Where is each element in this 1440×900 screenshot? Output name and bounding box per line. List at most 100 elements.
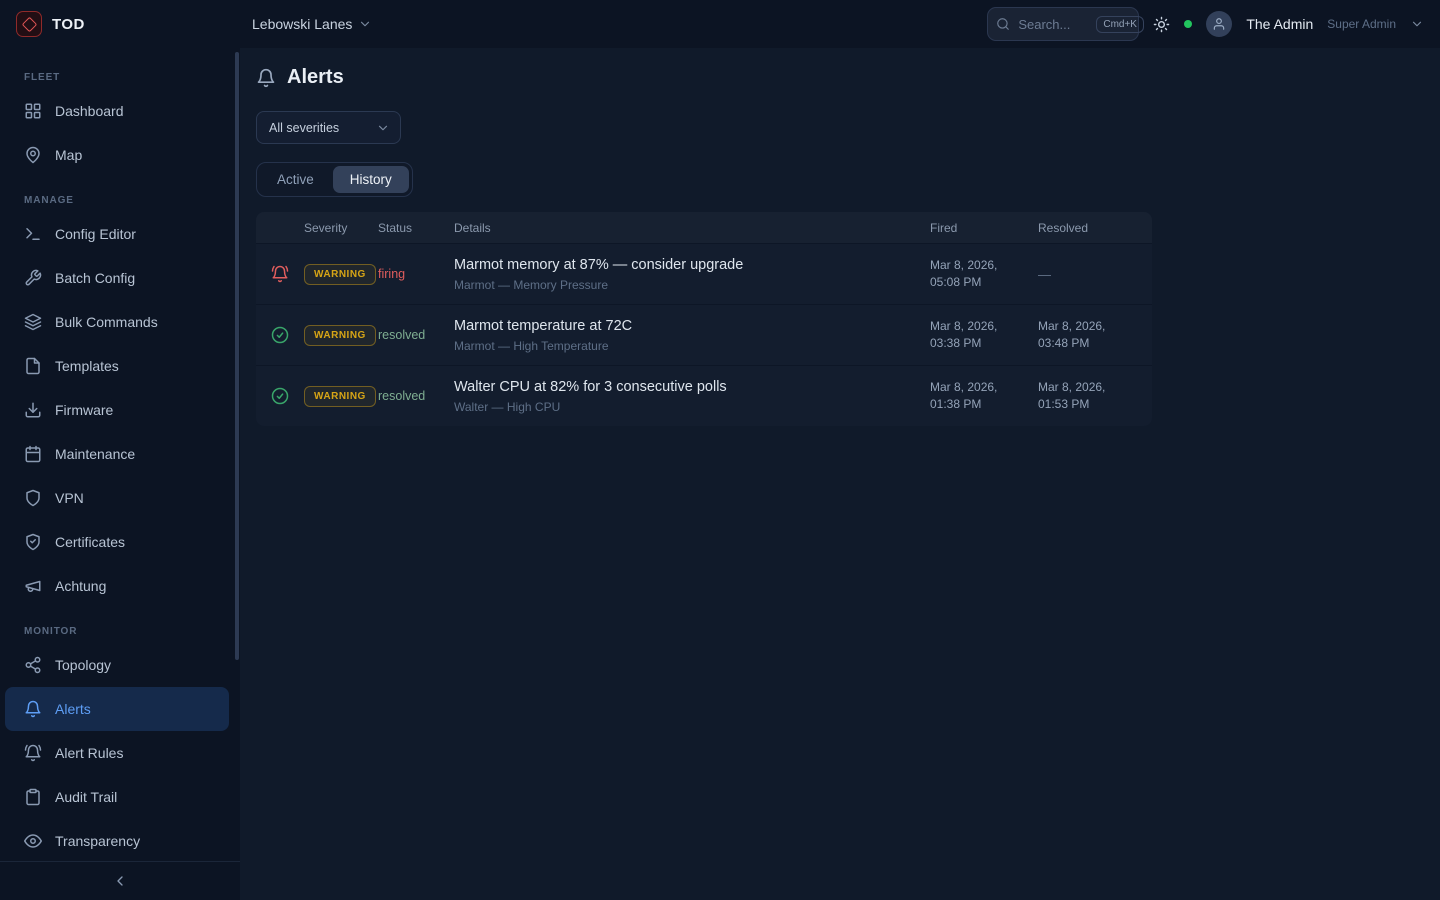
- sidebar-collapse-button[interactable]: [0, 861, 240, 900]
- sidebar-item-label: Audit Trail: [55, 789, 117, 805]
- sidebar-item-label: Templates: [55, 358, 119, 374]
- column-header-details: Details: [454, 221, 930, 235]
- user-role-badge: Super Admin: [1327, 17, 1396, 31]
- user-menu-chevron-down-icon[interactable]: [1410, 17, 1424, 31]
- app-title: TOD: [52, 16, 85, 33]
- sidebar-item-alert-rules[interactable]: Alert Rules: [0, 731, 230, 775]
- table-row[interactable]: WARNING resolved Walter CPU at 82% for 3…: [256, 365, 1152, 426]
- sidebar-item-templates[interactable]: Templates: [0, 344, 230, 388]
- org-selector[interactable]: Lebowski Lanes: [252, 16, 372, 32]
- sidebar-section-monitor: MONITOR: [24, 626, 216, 637]
- map-pin-icon: [24, 146, 42, 164]
- sidebar-item-map[interactable]: Map: [0, 133, 230, 177]
- sidebar-item-label: Firmware: [55, 402, 113, 418]
- shield-check-icon: [24, 533, 42, 551]
- alert-subtitle: Walter — High CPU: [454, 400, 930, 414]
- sidebar-item-label: VPN: [55, 490, 84, 506]
- resolved-timestamp: Mar 8, 2026, 03:48 PM: [1038, 318, 1152, 352]
- sidebar-item-label: Bulk Commands: [55, 314, 158, 330]
- severity-badge: WARNING: [304, 386, 376, 407]
- alerts-table: Severity Status Details Fired Resolved W…: [256, 212, 1152, 426]
- sidebar-item-alerts[interactable]: Alerts: [5, 687, 229, 731]
- column-header-status: Status: [378, 221, 454, 235]
- download-icon: [24, 401, 42, 419]
- alert-subtitle: Marmot — High Temperature: [454, 339, 930, 353]
- sidebar-item-label: Alert Rules: [55, 745, 123, 761]
- fired-timestamp: Mar 8, 2026, 03:38 PM: [930, 318, 1038, 352]
- sidebar-item-bulk-commands[interactable]: Bulk Commands: [0, 300, 230, 344]
- search-box[interactable]: Cmd+K: [987, 7, 1139, 41]
- sidebar-item-vpn[interactable]: VPN: [0, 476, 230, 520]
- table-header-row: Severity Status Details Fired Resolved: [256, 212, 1152, 243]
- bell-icon: [24, 700, 42, 718]
- severity-badge: WARNING: [304, 325, 376, 346]
- resolved-timestamp: Mar 8, 2026, 01:53 PM: [1038, 379, 1152, 413]
- layers-icon: [24, 313, 42, 331]
- sidebar-item-label: Achtung: [55, 578, 106, 594]
- sidebar-section-fleet: FLEET: [24, 72, 216, 83]
- chevron-down-icon: [358, 17, 372, 31]
- table-row[interactable]: WARNING resolved Marmot temperature at 7…: [256, 304, 1152, 365]
- sidebar-item-label: Batch Config: [55, 270, 135, 286]
- topbar: TOD Lebowski Lanes Cmd+K The Admin Super…: [0, 0, 1440, 48]
- fired-timestamp: Mar 8, 2026, 01:38 PM: [930, 379, 1038, 413]
- sidebar-item-batch-config[interactable]: Batch Config: [0, 256, 230, 300]
- alert-title: Walter CPU at 82% for 3 consecutive poll…: [454, 379, 930, 395]
- sidebar-item-certificates[interactable]: Certificates: [0, 520, 230, 564]
- user-name: The Admin: [1246, 16, 1313, 32]
- alert-title: Marmot temperature at 72C: [454, 318, 930, 334]
- column-header-fired: Fired: [930, 221, 1038, 235]
- column-header-severity: Severity: [304, 221, 378, 235]
- sidebar-item-dashboard[interactable]: Dashboard: [0, 89, 230, 133]
- resolved-timestamp: —: [1038, 267, 1152, 282]
- eye-icon: [24, 832, 42, 850]
- alert-title: Marmot memory at 87% — consider upgrade: [454, 257, 930, 273]
- status-text: firing: [378, 267, 454, 281]
- sidebar-scrollbar[interactable]: [235, 52, 239, 660]
- sidebar: FLEET Dashboard Map MANAGE Config Editor…: [0, 48, 240, 900]
- search-input[interactable]: [1018, 17, 1088, 32]
- app-brand: TOD: [16, 11, 240, 37]
- sidebar-item-label: Alerts: [55, 701, 91, 717]
- check-circle-icon: [271, 326, 289, 344]
- bell-ring-icon: [24, 744, 42, 762]
- status-text: resolved: [378, 389, 454, 403]
- avatar[interactable]: [1206, 11, 1232, 37]
- status-text: resolved: [378, 328, 454, 342]
- sidebar-item-transparency[interactable]: Transparency: [0, 819, 230, 863]
- tab-history[interactable]: History: [333, 166, 409, 193]
- bell-icon: [256, 68, 276, 88]
- sidebar-item-achtung[interactable]: Achtung: [0, 564, 230, 608]
- sidebar-item-label: Topology: [55, 657, 111, 673]
- table-row[interactable]: WARNING firing Marmot memory at 87% — co…: [256, 243, 1152, 304]
- sidebar-item-maintenance[interactable]: Maintenance: [0, 432, 230, 476]
- sidebar-section-manage: MANAGE: [24, 195, 216, 206]
- search-shortcut-badge: Cmd+K: [1096, 16, 1144, 33]
- org-selector-label: Lebowski Lanes: [252, 16, 352, 32]
- severity-filter-select[interactable]: All severities: [256, 111, 401, 144]
- column-header-resolved: Resolved: [1038, 221, 1152, 235]
- network-icon: [24, 656, 42, 674]
- theme-toggle-button[interactable]: [1153, 16, 1170, 33]
- sidebar-item-firmware[interactable]: Firmware: [0, 388, 230, 432]
- sidebar-item-label: Transparency: [55, 833, 140, 849]
- shield-icon: [24, 489, 42, 507]
- severity-badge: WARNING: [304, 264, 376, 285]
- page-title: Alerts: [287, 66, 344, 89]
- megaphone-icon: [24, 577, 42, 595]
- connection-status-dot: [1184, 20, 1192, 28]
- sidebar-item-label: Config Editor: [55, 226, 136, 242]
- file-icon: [24, 357, 42, 375]
- sidebar-item-audit-trail[interactable]: Audit Trail: [0, 775, 230, 819]
- alert-subtitle: Marmot — Memory Pressure: [454, 278, 930, 292]
- calendar-icon: [24, 445, 42, 463]
- fired-timestamp: Mar 8, 2026, 05:08 PM: [930, 257, 1038, 291]
- sidebar-item-topology[interactable]: Topology: [0, 643, 230, 687]
- sidebar-item-label: Certificates: [55, 534, 125, 550]
- app-logo-icon: [16, 11, 42, 37]
- tab-active[interactable]: Active: [260, 166, 331, 193]
- sidebar-item-config-editor[interactable]: Config Editor: [0, 212, 230, 256]
- main-content: Alerts All severities Active History Sev…: [240, 48, 1440, 900]
- alerts-tabs: Active History: [256, 162, 413, 197]
- bell-alert-icon: [271, 265, 289, 283]
